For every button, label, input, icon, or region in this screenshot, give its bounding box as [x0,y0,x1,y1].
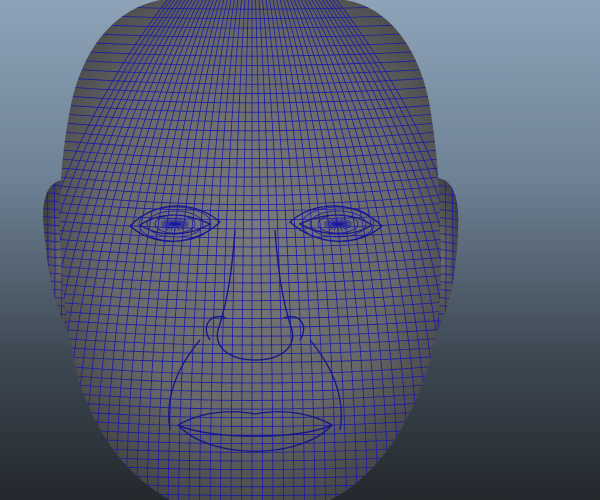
viewport-canvas[interactable] [0,0,600,500]
3d-viewport[interactable] [0,0,600,500]
head-mesh[interactable] [0,0,504,500]
